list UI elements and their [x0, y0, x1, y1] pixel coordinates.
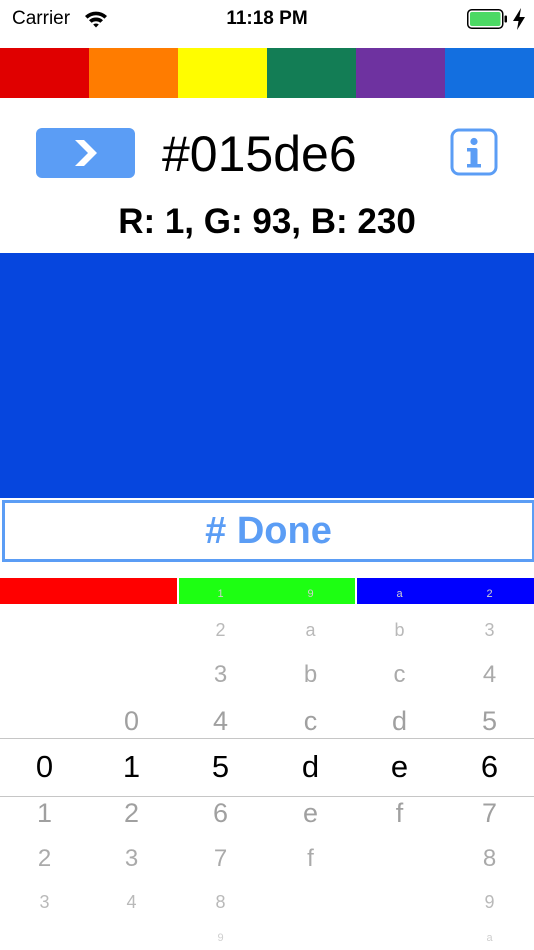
- picker-column-6[interactable]: 6 5 4 3 2 7 8 9 a: [445, 588, 534, 950]
- chevron-right-icon: [75, 140, 97, 166]
- picker-digit: 7: [213, 844, 228, 872]
- picker-digit: 4: [126, 892, 137, 913]
- color-palette: [0, 48, 534, 98]
- clock: 11:18 PM: [226, 8, 308, 29]
- picker-digit: 2: [37, 844, 52, 872]
- picker-digit: 4: [212, 705, 229, 736]
- hex-digit-picker[interactable]: 012310234543216789dcba9efedcbaf65432789a: [0, 588, 534, 950]
- picker-column-3[interactable]: 5 4 3 2 1 6 7 8 9: [176, 588, 265, 950]
- picker-digit: 2: [123, 797, 140, 828]
- picker-digit: 3: [39, 892, 50, 913]
- picker-digit: 8: [215, 892, 226, 913]
- picker-column-2[interactable]: 1 0 2 3 4: [87, 604, 176, 950]
- info-icon[interactable]: [450, 128, 498, 176]
- picker-digit: e: [302, 797, 319, 828]
- picker-selected-digit: 0: [35, 749, 54, 785]
- palette-swatch-purple[interactable]: [356, 48, 445, 98]
- palette-swatch-red[interactable]: [0, 48, 89, 98]
- picker-selected-digit: d: [301, 749, 320, 785]
- picker-digit: 6: [212, 797, 229, 828]
- picker-column-1[interactable]: 0 1 2 3: [0, 604, 89, 950]
- picker-digit: 2: [215, 620, 226, 641]
- picker-digit: 7: [481, 797, 498, 828]
- palette-swatch-yellow[interactable]: [178, 48, 267, 98]
- picker-digit: a: [486, 932, 493, 945]
- picker-digit: 3: [213, 660, 228, 688]
- picker-digit: 0: [123, 705, 140, 736]
- picker-digit: 5: [481, 705, 498, 736]
- picker-digit: 9: [484, 892, 495, 913]
- picker-digit: 9: [307, 588, 314, 601]
- picker-digit: 2: [486, 588, 493, 601]
- picker-digit: b: [394, 620, 405, 641]
- picker-selected-digit: 6: [480, 749, 499, 785]
- picker-digit: 1: [36, 797, 53, 828]
- picker-digit: 3: [484, 620, 495, 641]
- battery-icon: [467, 9, 507, 29]
- picker-selected-digit: 1: [122, 749, 141, 785]
- picker-digit: 4: [482, 660, 497, 688]
- picker-digit: b: [303, 660, 318, 688]
- picker-digit: 9: [217, 932, 224, 945]
- status-bar: Carrier 11:18 PM: [0, 0, 534, 40]
- palette-swatch-orange[interactable]: [89, 48, 178, 98]
- picker-digit: f: [307, 844, 314, 872]
- picker-digit: d: [391, 705, 408, 736]
- picker-digit: f: [395, 797, 404, 828]
- picker-digit: 8: [482, 844, 497, 872]
- charging-bolt-icon: [513, 8, 525, 30]
- rgb-readout: R: 1, G: 93, B: 230: [118, 202, 416, 241]
- picker-column-4[interactable]: dcba 9 ef: [266, 588, 355, 950]
- channel-bar-red: [0, 578, 177, 604]
- picker-column-5[interactable]: edcb a f: [355, 588, 444, 950]
- picker-selected-digit: 5: [211, 749, 230, 785]
- color-preview: [0, 253, 534, 498]
- done-button[interactable]: # Done: [2, 500, 534, 562]
- picker-selected-digit: e: [390, 749, 409, 785]
- palette-swatch-blue[interactable]: [445, 48, 534, 98]
- picker-digit: c: [303, 705, 318, 736]
- picker-digit: a: [305, 620, 316, 641]
- picker-digit: c: [393, 660, 406, 688]
- picker-digit: a: [396, 588, 403, 601]
- picker-digit: 1: [217, 588, 224, 601]
- hex-value: #015de6: [162, 126, 357, 182]
- picker-digit: 3: [124, 844, 139, 872]
- next-button[interactable]: [36, 128, 135, 178]
- palette-swatch-green[interactable]: [267, 48, 356, 98]
